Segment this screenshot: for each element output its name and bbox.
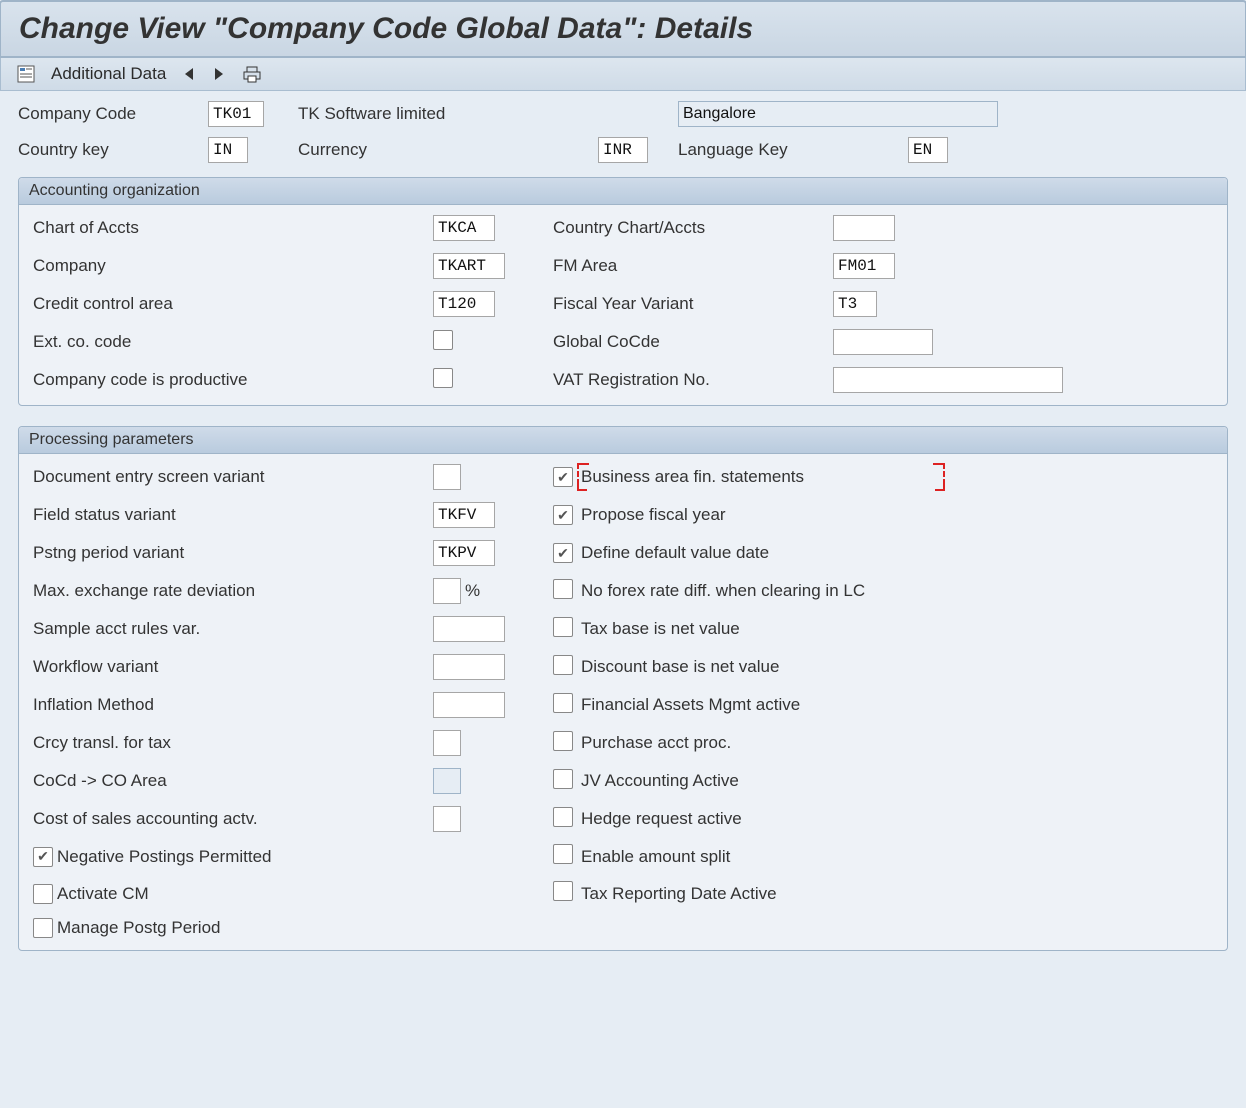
fam-active-label: Financial Assets Mgmt active [581, 695, 941, 715]
def-value-date-label: Define default value date [581, 543, 941, 563]
workflow-label: Workflow variant [33, 657, 433, 677]
chart-of-accts-label: Chart of Accts [33, 218, 433, 238]
purchase-acct-checkbox[interactable]: ✔ [553, 731, 573, 751]
inflation-field[interactable] [433, 692, 505, 718]
ba-fin-stmt-checkbox[interactable]: ✔ [553, 467, 573, 487]
ext-co-code-label: Ext. co. code [33, 332, 433, 352]
processing-params-title: Processing parameters [19, 427, 1227, 454]
doc-entry-field[interactable] [433, 464, 461, 490]
pct-label: % [465, 581, 480, 601]
activate-cm-checkbox[interactable]: ✔ [33, 884, 53, 904]
max-ex-rate-label: Max. exchange rate deviation [33, 581, 433, 601]
ba-fin-stmt-highlight: Business area fin. statements [581, 467, 941, 487]
credit-ctrl-label: Credit control area [33, 294, 433, 314]
fm-area-label: FM Area [553, 256, 833, 276]
currency-field[interactable] [598, 137, 648, 163]
crcy-tax-field[interactable] [433, 730, 461, 756]
city-field[interactable] [678, 101, 998, 127]
field-status-label: Field status variant [33, 505, 433, 525]
doc-entry-label: Document entry screen variant [33, 467, 433, 487]
company-name-text: TK Software limited [298, 104, 598, 124]
ba-fin-stmt-label: Business area fin. statements [581, 467, 804, 487]
tax-base-label: Tax base is net value [581, 619, 941, 639]
company-field[interactable] [433, 253, 505, 279]
page-title: Change View "Company Code Global Data": … [19, 12, 1227, 46]
language-key-label: Language Key [678, 140, 908, 160]
no-forex-checkbox[interactable]: ✔ [553, 579, 573, 599]
country-key-label: Country key [18, 140, 208, 160]
cocd-co-field [433, 768, 461, 794]
manage-postg-checkbox[interactable]: ✔ [33, 918, 53, 938]
enable-split-checkbox[interactable]: ✔ [553, 844, 573, 864]
purchase-acct-label: Purchase acct proc. [581, 733, 941, 753]
global-cocde-label: Global CoCde [553, 332, 833, 352]
next-icon[interactable] [212, 66, 226, 82]
productive-checkbox[interactable]: ✔ [433, 368, 453, 388]
cost-sales-label: Cost of sales accounting actv. [33, 809, 433, 829]
company-label: Company [33, 256, 433, 276]
country-chart-label: Country Chart/Accts [553, 218, 833, 238]
vat-reg-field[interactable] [833, 367, 1063, 393]
language-key-field[interactable] [908, 137, 948, 163]
max-ex-rate-field[interactable] [433, 578, 461, 604]
accounting-org-group: Accounting organization Chart of Accts C… [18, 177, 1228, 406]
workflow-field[interactable] [433, 654, 505, 680]
cocd-co-label: CoCd -> CO Area [33, 771, 433, 791]
pstng-period-field[interactable] [433, 540, 495, 566]
tax-rep-date-label: Tax Reporting Date Active [581, 884, 941, 904]
no-forex-label: No forex rate diff. when clearing in LC [581, 581, 941, 601]
fiscal-year-label: Fiscal Year Variant [553, 294, 833, 314]
sample-rules-label: Sample acct rules var. [33, 619, 433, 639]
manage-postg-label: Manage Postg Period [57, 918, 221, 938]
crcy-tax-label: Crcy transl. for tax [33, 733, 433, 753]
neg-post-label: Negative Postings Permitted [57, 847, 272, 867]
accounting-org-title: Accounting organization [19, 178, 1227, 205]
additional-data-button[interactable]: Additional Data [51, 64, 166, 84]
company-code-label: Company Code [18, 104, 208, 124]
previous-icon[interactable] [182, 66, 196, 82]
detail-icon[interactable] [17, 65, 35, 83]
fm-area-field[interactable] [833, 253, 895, 279]
ext-co-code-checkbox[interactable]: ✔ [433, 330, 453, 350]
tax-rep-date-checkbox[interactable]: ✔ [553, 881, 573, 901]
discount-base-label: Discount base is net value [581, 657, 941, 677]
activate-cm-label: Activate CM [57, 884, 149, 904]
hedge-checkbox[interactable]: ✔ [553, 807, 573, 827]
processing-params-group: Processing parameters Document entry scr… [18, 426, 1228, 951]
company-code-field[interactable] [208, 101, 264, 127]
fam-active-checkbox[interactable]: ✔ [553, 693, 573, 713]
discount-base-checkbox[interactable]: ✔ [553, 655, 573, 675]
enable-split-label: Enable amount split [581, 847, 941, 867]
chart-of-accts-field[interactable] [433, 215, 495, 241]
global-cocde-field[interactable] [833, 329, 933, 355]
sample-rules-field[interactable] [433, 616, 505, 642]
jv-acct-checkbox[interactable]: ✔ [553, 769, 573, 789]
propose-fy-checkbox[interactable]: ✔ [553, 505, 573, 525]
pstng-period-label: Pstng period variant [33, 543, 433, 563]
toolbar: Additional Data [0, 58, 1246, 91]
title-bar: Change View "Company Code Global Data": … [0, 0, 1246, 58]
field-status-field[interactable] [433, 502, 495, 528]
credit-ctrl-field[interactable] [433, 291, 495, 317]
propose-fy-label: Propose fiscal year [581, 505, 941, 525]
currency-label: Currency [298, 140, 598, 160]
fiscal-year-field[interactable] [833, 291, 877, 317]
tax-base-checkbox[interactable]: ✔ [553, 617, 573, 637]
jv-acct-label: JV Accounting Active [581, 771, 941, 791]
country-key-field[interactable] [208, 137, 248, 163]
inflation-label: Inflation Method [33, 695, 433, 715]
hedge-label: Hedge request active [581, 809, 941, 829]
cost-sales-field[interactable] [433, 806, 461, 832]
def-value-date-checkbox[interactable]: ✔ [553, 543, 573, 563]
print-icon[interactable] [242, 65, 262, 83]
country-chart-field[interactable] [833, 215, 895, 241]
neg-post-checkbox[interactable]: ✔ [33, 847, 53, 867]
vat-reg-label: VAT Registration No. [553, 370, 833, 390]
productive-label: Company code is productive [33, 370, 433, 390]
